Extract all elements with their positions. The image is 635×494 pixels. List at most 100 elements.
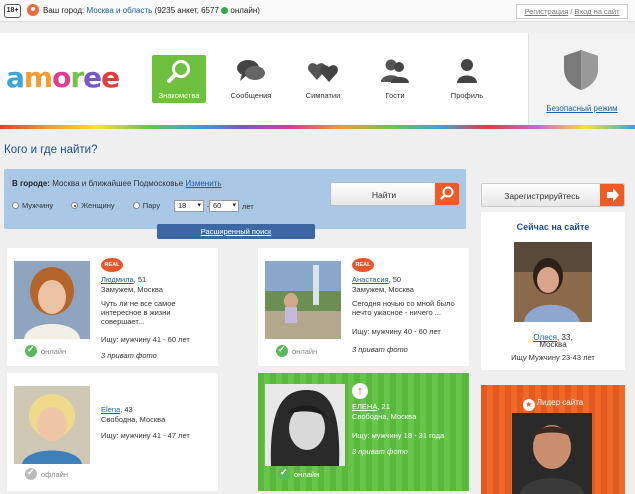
register-button-label: Зарегистрируйтесь: [504, 191, 580, 201]
radio-circle: [12, 202, 19, 209]
nav-profile[interactable]: Профиль: [440, 55, 494, 103]
age-to-select[interactable]: 60: [209, 200, 239, 212]
chat-bubbles-icon: [237, 60, 265, 81]
profile-description: Сегодня ночью со мной было нечто ужасное…: [352, 299, 455, 317]
profile-description: Чуть ли не все самое интересное в жизни …: [101, 299, 176, 326]
private-photos[interactable]: 3 приват фото: [352, 345, 408, 354]
check-icon: [25, 344, 37, 357]
register-link[interactable]: Регистрация: [524, 7, 568, 16]
online-label: онлайн): [230, 6, 260, 15]
gender-male-radio[interactable]: Мужчину: [12, 201, 53, 210]
profile-info: Elena, 43 Свободна, Москва: [101, 383, 213, 424]
safe-mode-label: Безопасный режим: [546, 104, 618, 113]
nav-label: Гости: [385, 91, 405, 100]
profile-age: , 21: [377, 402, 390, 411]
profile-age: , 51: [133, 275, 147, 284]
up-arrow-icon: ↑: [352, 383, 368, 399]
check-icon: [25, 467, 37, 480]
radio-label: Мужчину: [22, 201, 54, 210]
real-badge: REAL: [101, 258, 123, 272]
user-icon: [457, 59, 477, 83]
profile-info: REAL Анастасия, 50 Замужем, Москва Сегод…: [352, 258, 464, 317]
online-status: офлайн: [25, 467, 69, 480]
profile-photo[interactable]: [14, 261, 90, 339]
profile-info: ↑ ЕЛЕНА, 21 Свободна, Москва: [352, 383, 464, 421]
online-status: онлайн: [278, 467, 320, 480]
hearts-icon: [308, 63, 338, 82]
online-now-title: Сейчас на сайте: [516, 222, 590, 232]
search-city-value: Москва и ближайшее Подмосковье: [52, 179, 184, 188]
profile-card[interactable]: офлайн Elena, 43 Свободна, Москва Ищу: м…: [7, 373, 218, 491]
profile-photo[interactable]: [265, 384, 345, 466]
search-panel: В городе: Москва и ближайшее Подмосковье…: [4, 169, 466, 229]
profile-photo[interactable]: [265, 261, 341, 339]
profile-name-link[interactable]: Elena: [101, 405, 120, 414]
profile-age: , 43: [120, 405, 133, 414]
status-label: офлайн: [41, 470, 69, 479]
online-now-widget: Сейчас на сайте Олеся, 33, Москва Ищу Му…: [481, 212, 625, 370]
change-city-link[interactable]: Изменить: [185, 179, 221, 188]
online-user-city: Москва: [539, 340, 567, 349]
advanced-search-link[interactable]: Расширенный поиск: [157, 224, 315, 239]
profile-status-line: Замужем, Москва: [101, 285, 163, 294]
find-button-label: Найти: [371, 190, 397, 200]
real-badge: REAL: [352, 258, 374, 272]
online-user-photo[interactable]: [514, 242, 592, 322]
online-user-seeking: Ищу Мужчину 23-43 лет: [511, 353, 595, 362]
age-18-badge: 18+: [4, 4, 21, 18]
find-button[interactable]: Найти: [330, 182, 460, 206]
profile-card[interactable]: онлайн REAL Анастасия, 50 Замужем, Москв…: [258, 248, 469, 366]
gender-radio-group: Мужчину Женщину Пару: [12, 201, 160, 210]
profile-seeking: Ищу: мужчину 41 - 47 лет: [101, 431, 190, 440]
search-city-row: В городе: Москва и ближайшее Подмосковье…: [12, 179, 222, 188]
profile-seeking: Ищу: мужчину 41 - 60 лет: [101, 335, 190, 344]
users-icon: [381, 59, 409, 83]
nav-messages[interactable]: Сообщения: [224, 55, 278, 103]
profile-card-featured[interactable]: онлайн ↑ ЕЛЕНА, 21 Свободна, Москва Ищу:…: [258, 373, 469, 491]
profile-status-line: Замужем, Москва: [352, 285, 414, 294]
private-photos[interactable]: 3 приват фото: [101, 351, 157, 360]
nav-likes[interactable]: Симпатии: [296, 55, 350, 103]
profile-name-link[interactable]: Анастасия: [352, 275, 389, 284]
profile-name-link[interactable]: ЕЛЕНА: [352, 402, 377, 411]
location-pin-icon: [27, 4, 39, 16]
gender-female-radio[interactable]: Женщину: [71, 201, 115, 210]
section-title: Кого и где найти?: [4, 144, 98, 156]
status-label: онлайн: [294, 470, 320, 479]
leader-title-row: ★ Лидер сайта: [481, 398, 625, 411]
rainbow-divider: [0, 125, 635, 129]
nav-guests[interactable]: Гости: [368, 55, 422, 103]
search-icon: [167, 60, 190, 83]
age-from-select[interactable]: 18: [174, 200, 204, 212]
radio-label: Пару: [142, 201, 161, 210]
search-icon: [435, 183, 459, 205]
check-icon: [276, 344, 288, 357]
star-icon: ★: [522, 399, 535, 411]
online-dot-icon: [221, 7, 229, 14]
city-label: Ваш город:: [43, 6, 85, 15]
age-unit: лет: [242, 202, 254, 211]
private-photos[interactable]: 3 приват фото: [352, 447, 408, 456]
shield-icon: [564, 50, 598, 90]
city-link[interactable]: Москва и область: [86, 6, 152, 15]
login-link[interactable]: Вход на сайт: [575, 7, 620, 16]
top-bar: 18+ Ваш город: Москва и область (9235 ан…: [0, 0, 635, 22]
leader-title: Лидер сайта: [536, 398, 584, 407]
profile-status-line: Свободна, Москва: [101, 415, 166, 424]
nav-label: Знакомства: [158, 91, 200, 100]
amoree-logo[interactable]: amoree: [6, 61, 120, 94]
profile-photo[interactable]: [14, 386, 90, 464]
safe-mode-button[interactable]: Безопасный режим: [528, 33, 635, 125]
profile-info: REAL Людмила, 51 Замужем, Москва Чуть ли…: [101, 258, 213, 326]
leader-photo[interactable]: [512, 413, 592, 494]
nav-dating[interactable]: Знакомства: [152, 55, 206, 103]
gender-couple-radio[interactable]: Пару: [132, 201, 161, 210]
site-leader-widget: ★ Лидер сайта: [481, 385, 625, 494]
nav-label: Симпатии: [305, 91, 341, 100]
radio-circle: [132, 202, 140, 209]
status-label: онлайн: [292, 347, 318, 356]
profile-name-link[interactable]: Людмила: [101, 275, 134, 284]
register-button[interactable]: Зарегистрируйтесь: [481, 183, 625, 207]
profile-card[interactable]: онлайн REAL Людмила, 51 Замужем, Москва …: [7, 248, 218, 366]
check-icon: [278, 467, 290, 480]
